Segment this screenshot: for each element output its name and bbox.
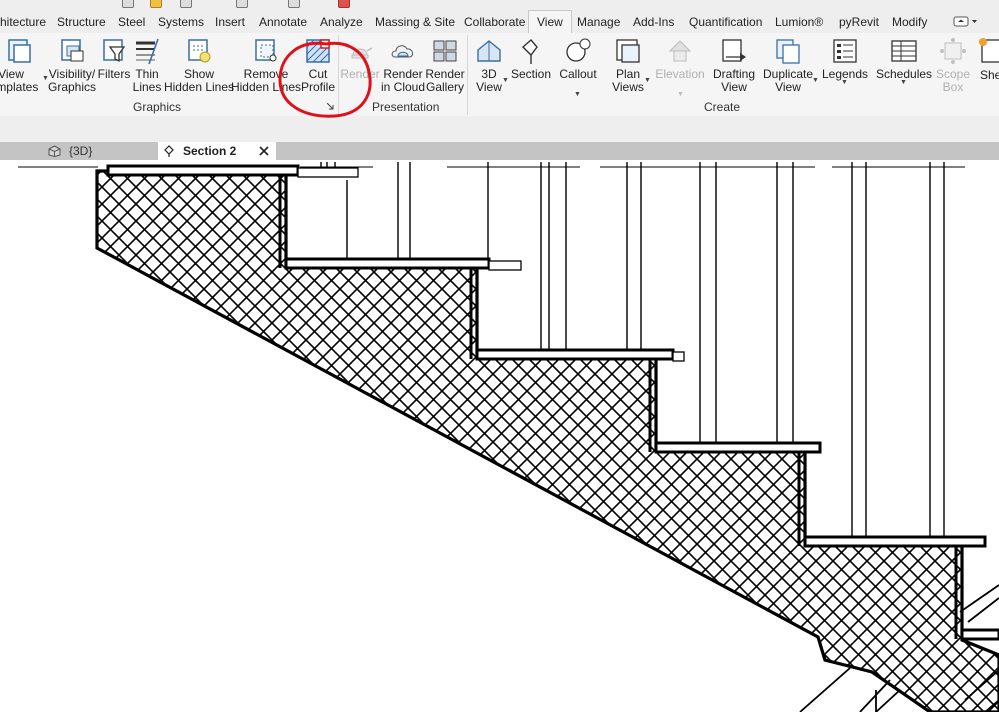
tab-add-ins[interactable]: Add-Ins [633,11,674,33]
visibility-graphics-button[interactable]: Visibility/ Graphics [48,33,96,99]
tab-analyze[interactable]: Analyze [320,11,363,33]
drawing-canvas[interactable] [0,160,999,714]
panel-title-graphics: Graphics [133,100,182,114]
elevation-button[interactable]: Elevation ▼ [655,33,705,99]
cut-profile-icon [306,39,330,63]
sheet-button[interactable]: Shee [978,33,999,99]
duplicate-view-icon [776,39,800,64]
render-button[interactable]: Render [340,33,380,99]
view-templates-button[interactable]: View Templates ▼ [0,33,49,99]
view-templates-icon [8,39,31,63]
elevation-icon [668,40,692,62]
panel-title-presentation: Presentation [372,100,440,114]
show-hidden-lines-icon [188,39,211,63]
schedules-button[interactable]: Schedules ▼ [876,33,932,99]
ribbon-view: View Templates ▼ Visibility/ Graphics Fi… [0,33,999,117]
panel-title-create: Create [704,100,741,114]
thin-lines-icon [136,38,159,65]
tab-massing-site[interactable]: Massing & Site [375,11,455,33]
chevron-down-icon: ▼ [677,91,684,98]
gallery-icon [433,40,457,62]
tab-view[interactable]: View [528,10,572,33]
quick-access-toolbar [0,0,999,8]
options-bar [0,116,999,142]
section-view-icon [164,145,174,157]
cube-icon [48,145,61,157]
tab-quantification[interactable]: Quantification [689,11,762,33]
tab-pyrevit[interactable]: pyRevit [839,11,879,33]
callout-button[interactable]: Callout ▼ [559,33,597,99]
close-hidden-icon[interactable] [338,0,350,8]
visibility-graphics-icon [61,39,84,62]
chevron-down-icon: ▼ [841,79,848,86]
sheet-icon [979,38,999,63]
drafting-view-icon [722,39,746,62]
filter-icon [103,39,126,63]
dialog-launcher-icon[interactable] [327,103,334,110]
render-gallery-button[interactable]: Render Gallery [425,33,465,99]
tab-annotate[interactable]: Annotate [259,11,307,33]
tab-steel[interactable]: Steel [118,11,145,33]
view-tab-3d[interactable]: {3D} [40,142,150,160]
cut-profile-button[interactable]: Cut Profile [301,33,335,99]
tab-insert[interactable]: Insert [215,11,245,33]
remove-hidden-lines-icon [255,39,277,62]
scope-box-button[interactable]: Scope Box [936,33,970,99]
print-icon[interactable] [122,0,134,8]
tab-systems[interactable]: Systems [158,11,204,33]
tab-structure[interactable]: Structure [57,11,106,33]
tag-icon[interactable] [236,0,248,8]
ribbon-toggle-icon[interactable] [953,16,979,28]
show-hidden-lines-button[interactable]: Show Hidden Lines [164,33,234,99]
house-3d-icon [477,40,501,62]
drafting-view-button[interactable]: Drafting View [713,33,755,99]
legends-icon [833,39,857,63]
tab-lumion[interactable]: Lumion® [775,11,823,33]
sync-icon[interactable] [150,0,162,8]
3d-view-button[interactable]: 3D View ▼ [474,33,509,99]
ribbon-tab-bar: hitecture Structure Steel Systems Insert… [0,8,999,33]
chevron-down-icon: ▼ [644,77,651,84]
remove-hidden-lines-button[interactable]: Remove Hidden Lines [231,33,301,99]
plan-views-icon [616,39,640,63]
scope-box-icon [940,38,966,64]
callout-icon [566,38,591,62]
close-icon[interactable] [259,146,269,156]
duplicate-view-button[interactable]: Duplicate View ▼ [763,33,819,99]
plan-views-button[interactable]: Plan Views ▼ [612,33,651,99]
tab-architecture[interactable]: hitecture [0,11,46,33]
text-icon[interactable] [288,0,300,8]
cloud-render-icon [391,45,414,58]
chevron-down-icon: ▼ [900,79,907,86]
view-tab-bar: {3D} Section 2 [0,142,999,160]
teapot-icon [351,47,373,59]
view-tab-section-2[interactable]: Section 2 [158,142,276,160]
stair-section-drawing[interactable] [0,160,999,714]
section-button[interactable]: Section [511,33,551,99]
chevron-down-icon: ▼ [574,91,581,98]
schedules-icon [891,40,917,62]
section-icon [521,39,538,64]
tab-modify[interactable]: Modify [892,11,927,33]
legends-button[interactable]: Legends ▼ [822,33,868,99]
measure-icon[interactable] [180,0,192,8]
tab-collaborate[interactable]: Collaborate [464,11,525,33]
tab-manage[interactable]: Manage [577,11,620,33]
